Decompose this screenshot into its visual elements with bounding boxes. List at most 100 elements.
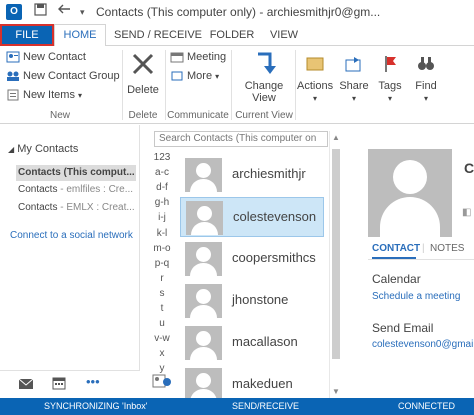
folder-name: Contacts (18, 202, 58, 213)
connect-social-network-link[interactable]: Connect to a social network (10, 230, 133, 241)
alpha-index-item[interactable]: p-q (148, 258, 176, 269)
email-link[interactable]: colestevenson0@gmail (372, 339, 474, 350)
more-icon[interactable]: ••• (86, 374, 100, 389)
scroll-thumb[interactable] (332, 149, 340, 359)
folder-item[interactable]: Contacts - emlfiles : Cre... (18, 182, 138, 198)
contact-reading-pane: C ◧ CONTACT | NOTES Calendar Schedule a … (344, 125, 474, 398)
contact-card[interactable]: jhonstone (180, 281, 324, 321)
alpha-index-item[interactable]: s (148, 288, 176, 299)
contact-list-scrollbar[interactable]: ▲ ▼ (329, 131, 341, 399)
contact-name: coopersmithcs (232, 250, 316, 265)
alpha-index-item[interactable]: r (148, 273, 176, 284)
contact-card[interactable]: macallason (180, 323, 324, 363)
folder-source: - EMLX : Creat... (57, 202, 135, 213)
folder-item[interactable]: Contacts - EMLX : Creat... (18, 200, 138, 216)
tab-folder[interactable]: FOLDER (206, 24, 258, 46)
change-view-icon (258, 52, 276, 74)
share-button[interactable]: Share ▾ (338, 50, 370, 104)
my-contacts-heading[interactable]: ◢ My Contacts (8, 143, 78, 155)
alpha-index-item[interactable]: g-h (148, 197, 176, 208)
actions-button[interactable]: Actions ▾ (297, 50, 333, 104)
alpha-index-item[interactable]: t (148, 303, 176, 314)
contact-name-initial: C (464, 160, 474, 176)
status-bar: SYNCHRONIZING 'Inbox' SEND/RECEIVE CONNE… (0, 398, 474, 415)
contact-card[interactable]: colestevenson (180, 197, 324, 237)
schedule-meeting-link[interactable]: Schedule a meeting (372, 291, 460, 302)
find-dropdown-icon: ▾ (423, 94, 428, 103)
tab-divider: | (422, 243, 425, 254)
bottom-navigation: ••• (0, 370, 140, 398)
find-label: Find (415, 80, 437, 92)
group-label-new: New (49, 110, 70, 121)
tags-button[interactable]: Tags ▾ (374, 50, 406, 104)
contact-card-view-icon[interactable] (152, 374, 172, 391)
new-items-icon (7, 89, 19, 101)
new-items-button[interactable]: New Items ▾ (6, 89, 82, 101)
contact-group-icon (7, 71, 19, 82)
delete-button[interactable]: Delete (126, 50, 160, 96)
expand-icon[interactable]: ◧ (462, 207, 471, 218)
scroll-up-icon[interactable]: ▲ (330, 133, 342, 142)
contact-card[interactable]: coopersmithcs (180, 239, 324, 279)
folder-item[interactable]: Contacts (This comput... (16, 165, 136, 181)
tags-label: Tags (378, 80, 402, 92)
contact-avatar (185, 326, 222, 360)
alpha-index-item[interactable]: x (148, 348, 176, 359)
contact-avatar (185, 242, 222, 276)
new-contact-button[interactable]: New Contact (6, 51, 86, 63)
flag-icon (385, 56, 396, 72)
delete-icon (132, 53, 154, 75)
sync-status: SYNCHRONIZING 'Inbox' (44, 401, 148, 411)
folder-pane: ◢ My Contacts Contacts (This comput... C… (0, 125, 140, 370)
collapse-icon[interactable]: ◢ (8, 145, 14, 154)
new-items-label: New Items (23, 89, 75, 101)
meeting-button[interactable]: Meeting (170, 51, 226, 63)
alpha-index-item[interactable]: v-w (148, 333, 176, 344)
contact-avatar (186, 201, 223, 235)
new-contact-group-button[interactable]: New Contact Group (6, 70, 120, 82)
search-contacts-input[interactable]: Search Contacts (This computer on (154, 131, 328, 147)
quick-access-dropdown-icon[interactable]: ▾ (80, 7, 85, 18)
calendar-icon[interactable] (52, 377, 66, 393)
mail-icon[interactable] (18, 377, 34, 393)
change-view-label-1: Change (244, 80, 284, 92)
alpha-index-item[interactable]: m-o (148, 243, 176, 254)
change-view-button[interactable]: Change View (236, 50, 292, 104)
contact-card[interactable]: archiesmithjr (180, 155, 324, 195)
tab-contact[interactable]: CONTACT (372, 243, 420, 254)
tags-dropdown-icon: ▾ (387, 94, 392, 103)
alpha-index-item[interactable]: i-j (148, 212, 176, 223)
tab-send-receive[interactable]: SEND / RECEIVE (112, 24, 204, 46)
tab-divider-line (368, 259, 474, 260)
alpha-index-item[interactable]: y (148, 363, 176, 374)
alpha-index-item[interactable]: a-c (148, 167, 176, 178)
contact-name: archiesmithjr (232, 166, 306, 181)
contact-avatar (185, 158, 222, 192)
find-button[interactable]: Find ▾ (410, 50, 442, 104)
tab-view[interactable]: VIEW (262, 24, 306, 46)
alpha-index-item[interactable]: k-l (148, 228, 176, 239)
outlook-app-icon[interactable]: O (6, 4, 22, 20)
group-label-delete: Delete (128, 110, 158, 121)
undo-icon[interactable] (58, 3, 72, 18)
contact-name: colestevenson (233, 209, 317, 224)
more-button[interactable]: More ▾ (170, 70, 219, 82)
ribbon: New Contact New Contact Group New Items … (0, 46, 474, 124)
new-contact-label: New Contact (23, 51, 86, 63)
alpha-index-item[interactable]: d-f (148, 182, 176, 193)
tab-home[interactable]: HOME (54, 24, 106, 46)
scroll-down-icon[interactable]: ▼ (330, 387, 342, 396)
alpha-index-item[interactable]: 123 (148, 152, 176, 163)
ribbon-separator (122, 50, 123, 120)
tab-notes[interactable]: NOTES (430, 243, 464, 254)
window-title: Contacts (This computer only) - archiesm… (96, 5, 381, 19)
actions-icon (306, 57, 324, 71)
new-contact-icon (6, 51, 20, 63)
share-icon (345, 57, 361, 72)
contact-avatar (185, 284, 222, 318)
save-icon[interactable] (34, 3, 47, 19)
contact-photo (368, 149, 452, 237)
alpha-index-item[interactable]: u (148, 318, 176, 329)
new-items-dropdown-icon: ▾ (78, 91, 83, 100)
tab-file[interactable]: FILE (0, 24, 54, 46)
